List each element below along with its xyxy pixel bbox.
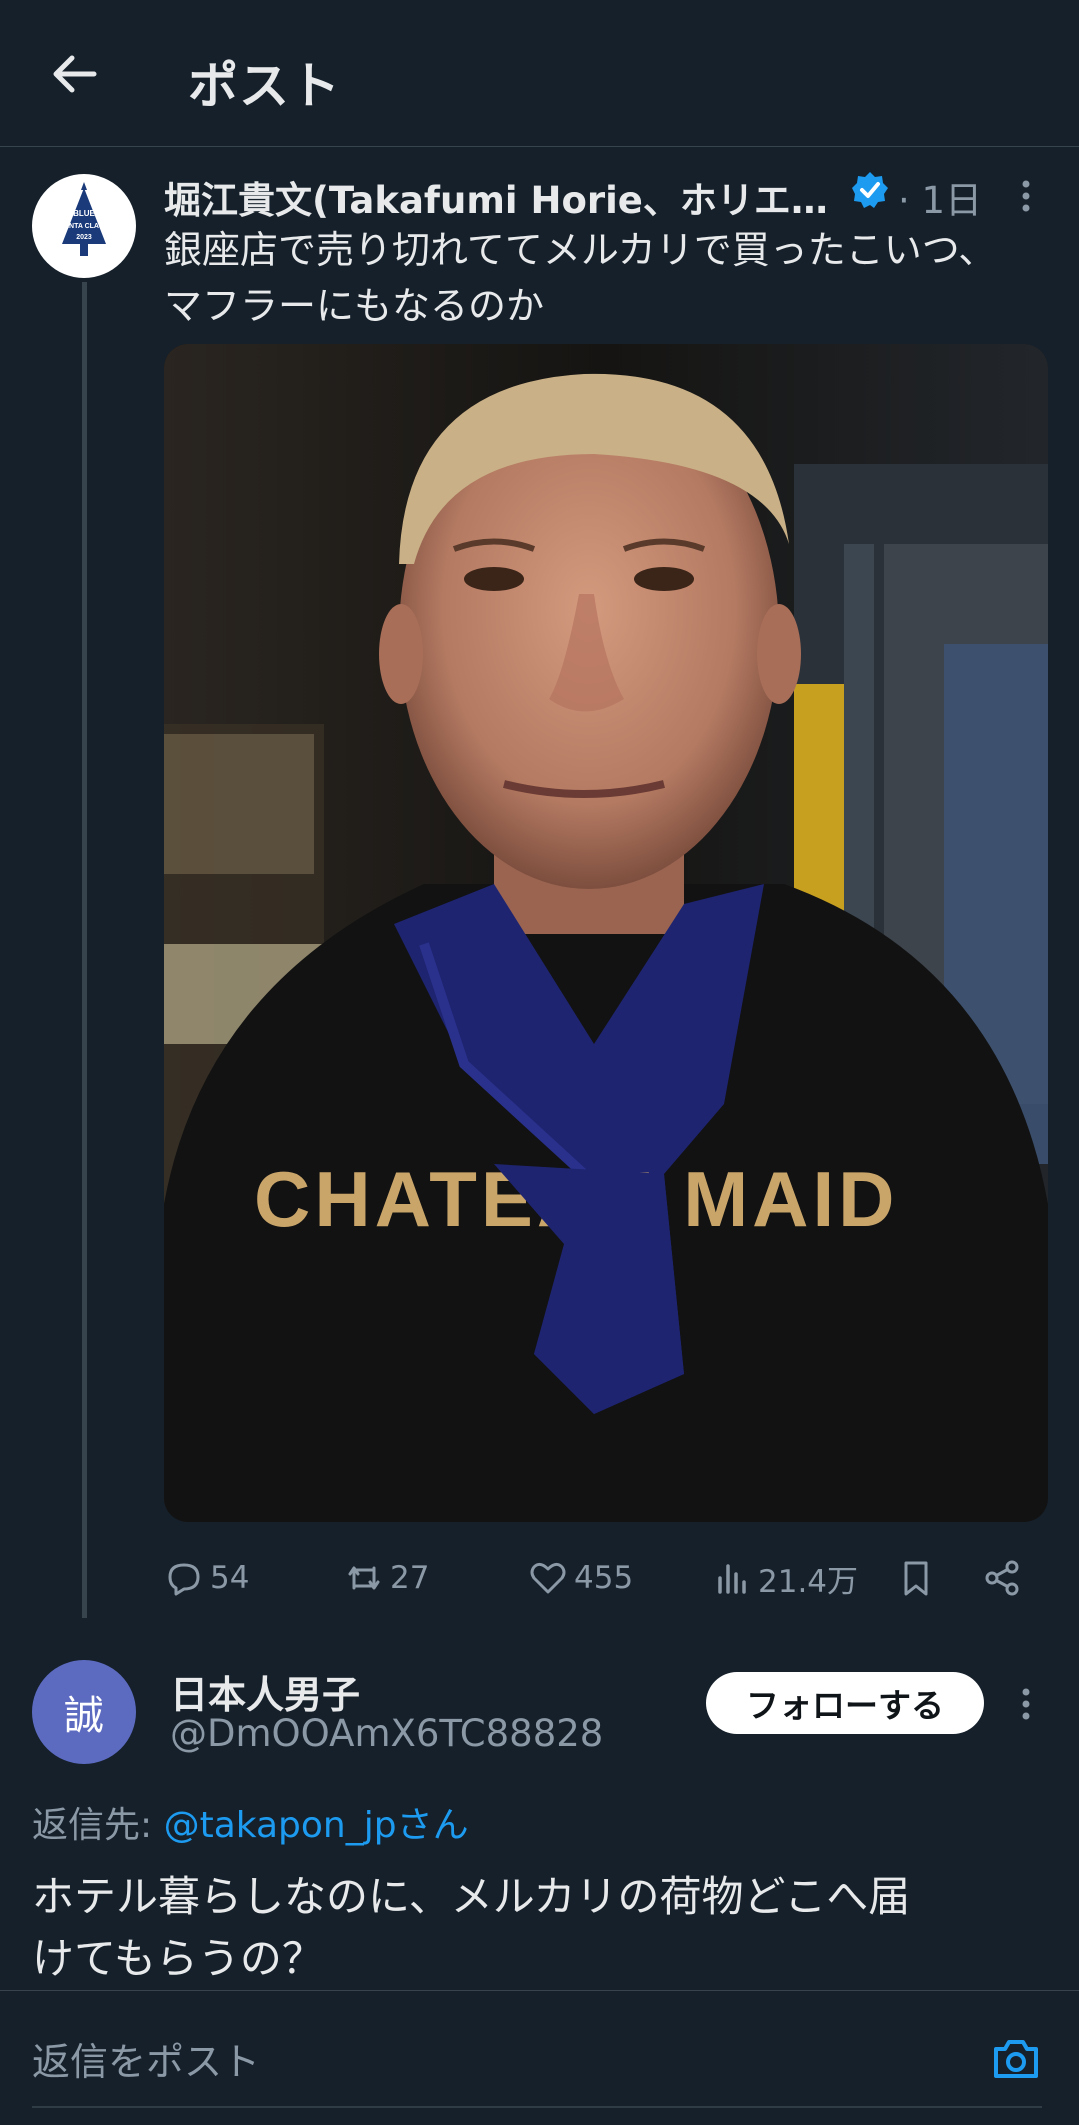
tweet-text: 銀座店で売り切れててメルカリで買ったこいつ、 マフラーにもなるのか [164,222,1044,334]
reply-author-handle[interactable]: @DmOOAmX6TC88828 [170,1712,603,1755]
follow-button[interactable]: フォローする [706,1672,984,1734]
reply-icon [168,1563,200,1596]
reply-text-line-2: けてもらうの？ [32,1934,324,1983]
reply-to-mention[interactable]: @takapon_jpさん [164,1805,469,1846]
share-action[interactable] [982,1550,1028,1606]
reply-text-line-1: ホテル暮らしなのに、メルカリの荷物どこへ届 [32,1872,911,1921]
views-action[interactable]: 21.4万 [712,1550,858,1606]
logo-text-3: 2023 [76,234,92,241]
reply-to-line: 返信先: @takapon_jpさん [32,1796,469,1848]
verified-badge-icon [850,170,890,210]
tweet-actions: 54 27 455 21.4万 [164,1550,1044,1606]
reply-count: 54 [210,1560,250,1596]
camera-svg [994,2040,1038,2078]
reply-action[interactable]: 54 [164,1550,249,1606]
tweet-text-line-2: マフラーにもなるのか [164,284,545,328]
reply-to-label: 返信先: [32,1805,153,1846]
bookmark-action[interactable] [896,1550,942,1606]
reply-more-options-icon[interactable] [1006,1684,1046,1724]
compose-reply-input[interactable]: 返信をポスト [32,2031,260,2086]
author-name[interactable]: 堀江貴文(Takafumi Horie、ホリエ… [164,170,828,224]
page-title: ポスト [188,57,341,115]
back-arrow-icon[interactable] [44,44,104,104]
verified-svg [852,172,888,208]
post-time: · 1日 [898,179,983,222]
reply-text: ホテル暮らしなのに、メルカリの荷物どこへ届 けてもらうの？ [32,1866,1042,1990]
reply-author-name[interactable]: 日本人男子 [170,1664,360,1719]
home-indicator-line [32,2106,1042,2108]
thread-connector-line [82,282,87,1618]
kebab-svg [1022,180,1030,212]
photo-illustration: CHATEAU MAID [164,344,1048,1522]
views-chart-icon [718,1564,746,1594]
santa-logo-icon: BLUE SANTA CLAUS 2023 [59,182,109,256]
back-arrow-svg [53,55,97,93]
retweet-icon [348,1566,380,1590]
top-bar: ポスト [0,0,1079,147]
like-count: 455 [574,1560,634,1596]
more-options-icon[interactable] [1006,176,1046,216]
author-avatar[interactable]: BLUE SANTA CLAUS 2023 [32,174,136,278]
heart-icon [530,1562,566,1594]
reply-composer: 返信をポスト [0,1990,1079,2125]
logo-text-2: SANTA CLAUS [59,223,109,230]
reply-author-avatar[interactable]: 誠 [32,1660,136,1764]
bookmark-icon [904,1561,928,1596]
tweet-photo[interactable]: CHATEAU MAID [164,344,1048,1522]
retweet-action[interactable]: 27 [344,1550,429,1606]
tweet-text-line-1: 銀座店で売り切れててメルカリで買ったこいつ、 [164,228,997,272]
kebab-svg-2 [1022,1688,1030,1720]
retweet-count: 27 [390,1560,430,1596]
camera-icon[interactable] [990,2033,1042,2085]
like-action[interactable]: 455 [528,1550,633,1606]
share-icon [985,1560,1019,1596]
view-count: 21.4万 [758,1563,859,1600]
logo-text-1: BLUE [73,209,95,218]
